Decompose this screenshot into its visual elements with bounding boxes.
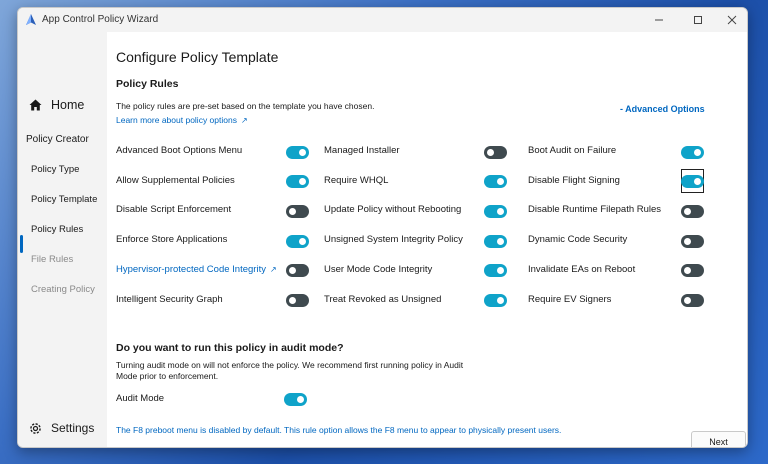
nav-home[interactable]: Home	[29, 98, 84, 112]
toggle-knob	[299, 178, 306, 185]
rule-label-disable-script-enforcement: Disable Script Enforcement	[116, 204, 232, 215]
audit-mode-label: Audit Mode	[116, 393, 165, 404]
nav-settings[interactable]: Settings	[29, 421, 94, 435]
next-button[interactable]: Next	[691, 431, 746, 447]
rule-label-user-mode-code-integrity: User Mode Code Integrity	[324, 264, 433, 275]
nav-item-file-rules: File Rules	[31, 254, 74, 265]
toggle-treat-revoked-as-unsigned[interactable]	[484, 294, 507, 307]
nav-item-policy-template[interactable]: Policy Template	[31, 194, 97, 205]
toggle-knob	[487, 149, 494, 156]
audit-mode-description-line-1: Turning audit mode on will not enforce t…	[116, 360, 464, 370]
toggle-knob	[289, 297, 296, 304]
policy-rules-description: The policy rules are pre-set based on th…	[116, 101, 375, 111]
rule-label-advanced-boot-options-menu: Advanced Boot Options Menu	[116, 145, 243, 156]
nav-item-creating-policy: Creating Policy	[31, 284, 95, 295]
advanced-options-toggle[interactable]: - Advanced Options	[620, 104, 705, 114]
policy-rules-heading: Policy Rules	[116, 78, 179, 90]
toggle-user-mode-code-integrity[interactable]	[484, 264, 507, 277]
external-link-icon: ↗	[240, 116, 248, 125]
toggle-knob	[497, 297, 504, 304]
rule-label-disable-flight-signing: Disable Flight Signing	[528, 175, 620, 186]
toggle-knob	[497, 267, 504, 274]
toggle-hypervisor-protected-code-integrity[interactable]	[286, 264, 309, 277]
toggle-dynamic-code-security[interactable]	[681, 235, 704, 248]
page-title: Configure Policy Template	[116, 49, 279, 65]
toggle-knob	[297, 396, 304, 403]
nav-settings-label: Settings	[51, 421, 95, 435]
navigation-sidebar: Home Policy Creator Policy Type Policy T…	[18, 32, 107, 447]
title-bar[interactable]: App Control Policy Wizard	[18, 8, 747, 32]
toggle-knob	[299, 149, 306, 156]
rule-label-treat-revoked-as-unsigned: Treat Revoked as Unsigned	[324, 294, 442, 305]
toggle-knob	[497, 178, 504, 185]
toggle-knob	[694, 149, 701, 156]
toggle-audit-mode[interactable]	[284, 393, 307, 406]
rule-label-disable-runtime-filepath-rules: Disable Runtime Filepath Rules	[528, 204, 662, 215]
nav-selection-indicator	[20, 235, 23, 253]
rule-label-unsigned-system-integrity-policy: Unsigned System Integrity Policy	[324, 234, 463, 245]
nav-item-policy-rules[interactable]: Policy Rules	[31, 224, 83, 235]
maximize-icon	[694, 16, 702, 24]
toggle-knob	[289, 267, 296, 274]
app-window: App Control Policy Wizard Home Policy Cr…	[17, 7, 748, 448]
toggle-unsigned-system-integrity-policy[interactable]	[484, 235, 507, 248]
toggle-knob	[694, 178, 701, 185]
toggle-knob	[497, 208, 504, 215]
toggle-disable-flight-signing[interactable]	[681, 175, 704, 188]
rule-label-invalidate-eas-on-reboot: Invalidate EAs on Reboot	[528, 264, 636, 275]
rule-label-intelligent-security-graph: Intelligent Security Graph	[116, 294, 223, 305]
toggle-allow-supplemental-policies[interactable]	[286, 175, 309, 188]
toggle-knob	[684, 238, 691, 245]
home-icon	[29, 99, 42, 111]
toggle-intelligent-security-graph[interactable]	[286, 294, 309, 307]
hvci-link[interactable]: Hypervisor-protected Code Integrity ↗	[116, 264, 277, 275]
minimize-icon	[655, 19, 663, 21]
rule-label-update-policy-without-rebooting: Update Policy without Rebooting	[324, 204, 462, 215]
window-title: App Control Policy Wizard	[42, 14, 159, 25]
maximize-button[interactable]	[681, 8, 715, 32]
nav-home-label: Home	[51, 98, 85, 112]
toggle-knob	[684, 267, 691, 274]
rule-label-enforce-store-applications: Enforce Store Applications	[116, 234, 228, 245]
app-shield-icon	[26, 14, 36, 25]
rule-label-hypervisor-protected-code-integrity: Hypervisor-protected Code Integrity	[116, 264, 266, 275]
toggle-update-policy-without-rebooting[interactable]	[484, 205, 507, 218]
rule-description-note: The F8 preboot menu is disabled by defau…	[116, 425, 562, 435]
toggle-knob	[289, 208, 296, 215]
toggle-advanced-boot-options-menu[interactable]	[286, 146, 309, 159]
toggle-knob	[497, 238, 504, 245]
rule-label-managed-installer: Managed Installer	[324, 145, 400, 156]
toggle-disable-runtime-filepath-rules[interactable]	[681, 205, 704, 218]
rule-label-require-whql: Require WHQL	[324, 175, 389, 186]
rule-label-allow-supplemental-policies: Allow Supplemental Policies	[116, 175, 235, 186]
toggle-boot-audit-on-failure[interactable]	[681, 146, 704, 159]
gear-icon	[30, 422, 41, 434]
rule-label-boot-audit-on-failure: Boot Audit on Failure	[528, 145, 617, 156]
toggle-knob	[684, 297, 691, 304]
toggle-disable-script-enforcement[interactable]	[286, 205, 309, 218]
rule-label-dynamic-code-security: Dynamic Code Security	[528, 234, 628, 245]
audit-mode-heading: Do you want to run this policy in audit …	[116, 342, 344, 354]
close-icon	[727, 15, 737, 25]
toggle-managed-installer[interactable]	[484, 146, 507, 159]
learn-more-link[interactable]: Learn more about policy options ↗	[116, 115, 248, 125]
rule-label-require-ev-signers: Require EV Signers	[528, 294, 612, 305]
toggle-enforce-store-applications[interactable]	[286, 235, 309, 248]
close-button[interactable]	[715, 8, 747, 32]
toggle-require-ev-signers[interactable]	[681, 294, 704, 307]
toggle-require-whql[interactable]	[484, 175, 507, 188]
toggle-invalidate-eas-on-reboot[interactable]	[681, 264, 704, 277]
nav-item-policy-type[interactable]: Policy Type	[31, 164, 79, 175]
nav-section-policy-creator[interactable]: Policy Creator	[26, 134, 89, 145]
toggle-knob	[299, 238, 306, 245]
toggle-knob	[684, 208, 691, 215]
audit-mode-description-line-2: Mode prior to enforcement.	[116, 371, 219, 381]
main-content: Configure Policy Template Policy Rules T…	[107, 32, 747, 447]
learn-more-label: Learn more about policy options	[116, 115, 237, 125]
external-link-icon: ↗	[269, 265, 277, 274]
minimize-button[interactable]	[642, 8, 676, 32]
